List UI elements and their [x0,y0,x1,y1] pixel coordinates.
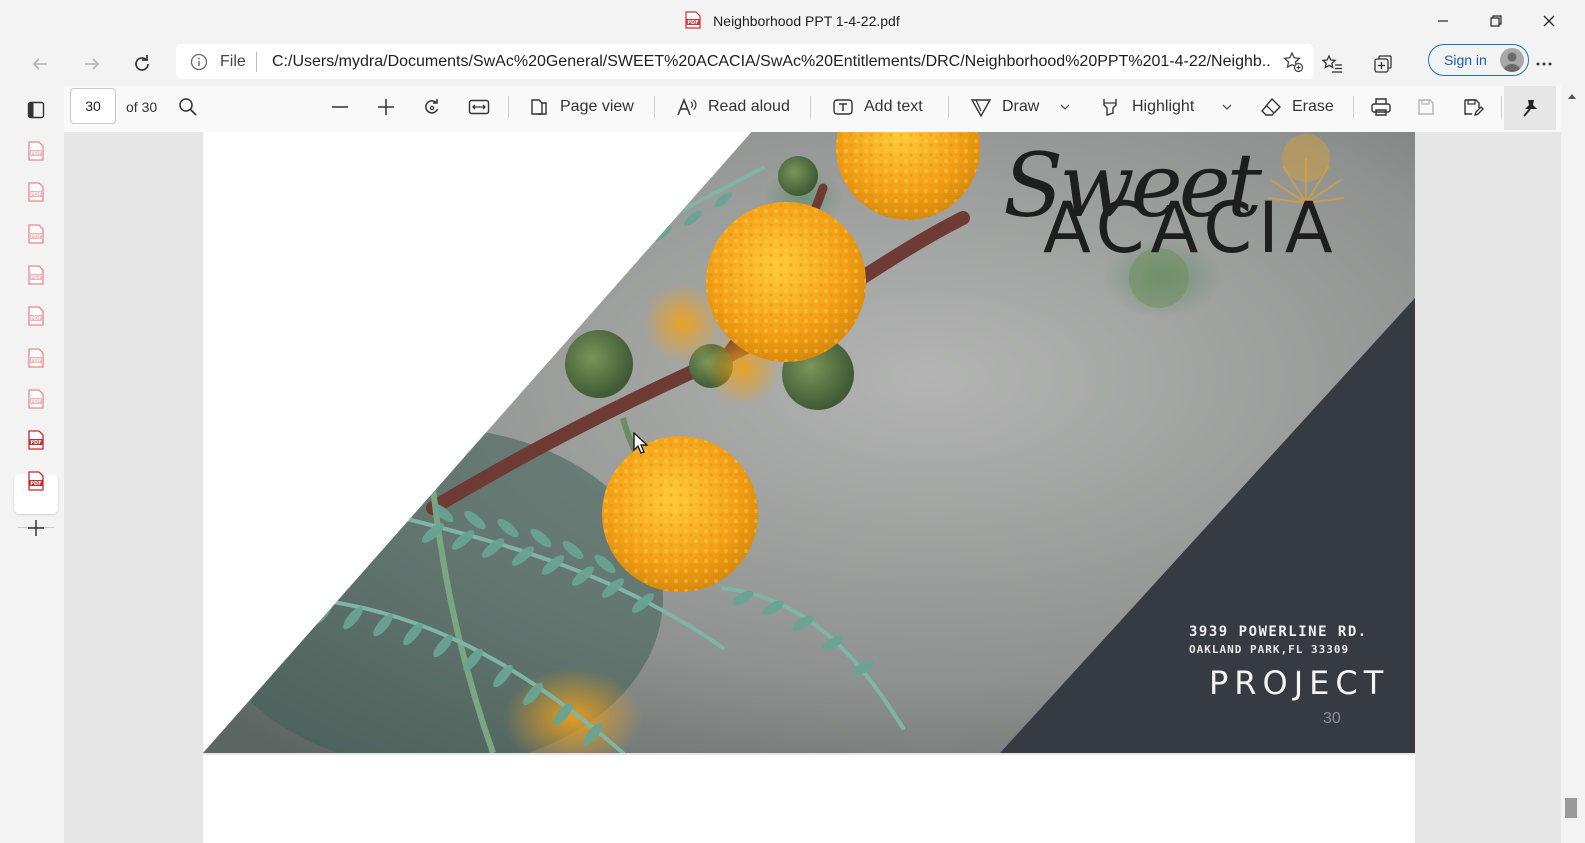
address-scheme-label: File [220,53,246,70]
more-options-icon[interactable] [1528,48,1560,80]
vertical-tabs-sidebar: PDF PDF PDF PDF PDF PDF PDF PDF PDF [8,94,65,843]
sidebar-tab-pdf-icon[interactable]: PDF [24,180,48,204]
forward-arrow-icon[interactable] [76,48,108,80]
draw-pen-icon [970,97,992,117]
draw-label: Draw [1002,98,1040,115]
zoom-in-icon[interactable] [376,92,396,122]
svg-text:PDF: PDF [30,234,41,240]
svg-text:PDF: PDF [30,275,41,281]
toolbar-divider [1353,96,1354,118]
slide-page-number: 30 [1323,710,1341,727]
next-page-edge [203,755,1415,843]
page-count-label: of 30 [126,99,158,115]
toolbar-divider [508,96,509,118]
minimize-icon[interactable] [1430,8,1456,34]
pdf-toolbar: 30 of 30 Page view Read aloud Add text D… [64,86,1585,133]
toolbar-divider [948,96,949,118]
erase-label: Erase [1292,98,1334,115]
page-view-icon [528,97,550,117]
svg-text:PDF: PDF [30,481,41,487]
sidebar-tab-pdf-icon[interactable]: PDF [24,387,48,411]
svg-text:PDF: PDF [688,20,699,26]
sweet-acacia-logo: Sweet ACACIA [1003,134,1345,269]
sign-in-button[interactable]: Sign in [1428,44,1529,76]
vertical-scrollbar[interactable] [1561,86,1585,843]
refresh-icon[interactable] [126,48,158,80]
eraser-icon [1260,97,1282,117]
add-text-button[interactable]: Add text [832,92,923,122]
print-icon[interactable] [1370,92,1392,122]
highlight-label: Highlight [1132,98,1195,115]
highlight-button[interactable]: Highlight [1100,92,1194,122]
collections-icon[interactable] [1367,48,1399,80]
window-title-area: PDF Neighborhood PPT 1-4-22.pdf [0,11,1585,29]
slide-address-line1: 3939 POWERLINE RD. [1189,624,1368,640]
rotate-icon[interactable] [422,92,442,122]
slide-address-line2: OAKLAND PARK,FL 33309 [1189,643,1350,656]
sidebar-tab-pdf-icon[interactable]: PDF [24,469,48,493]
title-bar: PDF Neighborhood PPT 1-4-22.pdf [0,0,1585,42]
sidebar-tab-pdf-icon[interactable]: PDF [24,139,48,163]
toolbar-divider [654,96,655,118]
draw-options-chevron-down-icon[interactable] [1059,92,1071,122]
navigation-bar: File C:/Users/mydra/Documents/SwAc%20Gen… [0,42,1585,84]
sidebar-tab-pdf-icon[interactable]: PDF [24,263,48,287]
highlighter-icon [1100,97,1122,117]
add-text-icon [832,97,854,117]
profile-avatar-icon [1500,48,1524,72]
page-view-label: Page view [560,98,634,115]
add-text-label: Add text [864,98,923,115]
new-tab-plus-icon[interactable] [24,516,48,540]
save-icon[interactable] [1416,92,1436,122]
sidebar-tab-pdf-icon[interactable]: PDF [24,222,48,246]
pin-toolbar-icon[interactable] [1504,86,1556,130]
read-aloud-icon [676,97,698,117]
address-divider [256,52,257,72]
toolbar-divider [810,96,811,118]
scroll-up-arrow-icon[interactable] [1567,92,1577,100]
svg-text:PDF: PDF [30,358,41,364]
slide-artwork: Sweet ACACIA [203,132,1415,753]
highlight-options-chevron-down-icon[interactable] [1221,92,1233,122]
find-search-icon[interactable] [178,92,198,122]
address-bar[interactable]: File C:/Users/mydra/Documents/SwAc%20Gen… [176,44,1314,79]
back-arrow-icon[interactable] [24,48,56,80]
sidebar-tab-pdf-icon[interactable]: PDF [24,304,48,328]
zoom-out-icon[interactable] [330,92,350,122]
svg-text:ACACIA: ACACIA [1043,187,1339,269]
svg-text:PDF: PDF [30,399,41,405]
mouse-cursor-icon [633,432,649,454]
svg-text:PDF: PDF [30,440,41,446]
scrollbar-thumb[interactable] [1565,798,1577,818]
restore-icon[interactable] [1483,8,1509,34]
pdf-viewer-canvas[interactable]: Sweet ACACIA 3939 POWERLINE RD. OAKLAND … [64,132,1561,843]
close-icon[interactable] [1536,8,1562,34]
page-view-button[interactable]: Page view [528,92,634,122]
add-favorite-star-icon[interactable] [1282,51,1304,73]
favorites-icon[interactable] [1316,48,1348,80]
url-text[interactable]: C:/Users/mydra/Documents/SwAc%20General/… [272,53,1272,71]
sidebar-tab-pdf-icon[interactable]: PDF [24,428,48,452]
sign-in-label: Sign in [1444,52,1487,68]
save-as-icon[interactable] [1462,92,1484,122]
pdf-file-icon: PDF [685,11,701,29]
page-number-input[interactable]: 30 [70,88,116,124]
read-aloud-label: Read aloud [708,98,790,115]
toolbar-divider [1501,96,1502,118]
svg-text:PDF: PDF [30,316,41,322]
draw-button[interactable]: Draw [970,92,1039,122]
svg-text:PDF: PDF [30,192,41,198]
svg-text:PDF: PDF [30,151,41,157]
slide-project-label: PROJECT [1209,664,1390,702]
info-icon[interactable] [190,53,208,71]
window-title: Neighborhood PPT 1-4-22.pdf [713,13,900,29]
fit-to-width-icon[interactable] [468,92,490,122]
pdf-page-slide: Sweet ACACIA 3939 POWERLINE RD. OAKLAND … [203,132,1415,753]
tab-actions-menu-icon[interactable] [24,98,48,122]
erase-button[interactable]: Erase [1260,92,1334,122]
sidebar-tab-pdf-icon[interactable]: PDF [24,346,48,370]
read-aloud-button[interactable]: Read aloud [676,92,790,122]
